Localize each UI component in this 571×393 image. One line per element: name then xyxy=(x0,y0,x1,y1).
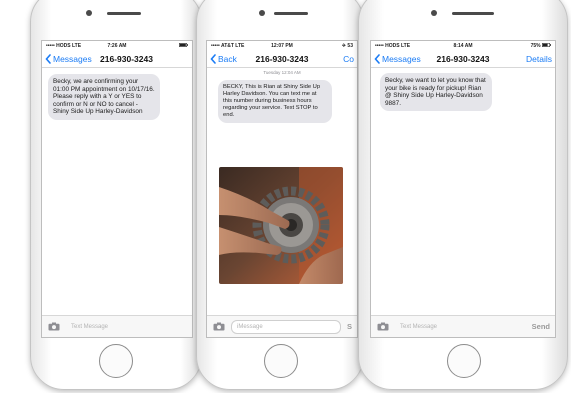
home-button[interactable] xyxy=(264,344,298,378)
back-button[interactable]: Messages xyxy=(45,54,92,64)
clock: 7:26 AM xyxy=(107,43,127,49)
phone-3: ••••• HODS LTE 8:14 AM 75% Messages 216-… xyxy=(358,0,568,390)
camera-button[interactable] xyxy=(212,322,225,332)
phone-1: ••••• HODS LTE 7:26 AM Messages 216-930-… xyxy=(30,0,202,390)
send-button[interactable]: S xyxy=(347,322,352,331)
incoming-message[interactable]: BECKY, This is Rian at Shiny Side Up Har… xyxy=(218,80,332,123)
clock: 8:14 AM xyxy=(453,43,473,49)
contact-button[interactable]: Co xyxy=(343,54,354,64)
camera-icon xyxy=(48,322,59,331)
home-button[interactable] xyxy=(99,344,133,378)
home-button[interactable] xyxy=(447,344,481,378)
carrier-label: ••••• HODS LTE xyxy=(46,43,82,49)
camera-button[interactable] xyxy=(376,322,389,332)
battery-label: 75% xyxy=(492,43,552,49)
chevron-left-icon xyxy=(210,54,216,64)
speaker-grille xyxy=(274,12,308,15)
screen: ••••• AT&T LTE 12:07 PM ✈ 53 Back 216-93… xyxy=(206,40,358,338)
chevron-left-icon xyxy=(45,54,51,64)
message-input[interactable]: Text Message xyxy=(395,321,526,333)
battery-label: ✈ 53 xyxy=(341,43,353,49)
carrier-label: ••••• HODS LTE xyxy=(375,43,411,49)
input-bar: iMessage S xyxy=(207,315,357,337)
details-button[interactable]: Details xyxy=(526,54,552,64)
camera-icon xyxy=(213,322,224,331)
message-input[interactable]: iMessage xyxy=(231,319,341,334)
back-label: Back xyxy=(218,54,237,64)
front-camera xyxy=(431,10,437,16)
status-bar: ••••• HODS LTE 7:26 AM xyxy=(42,41,192,51)
battery-icon xyxy=(178,43,188,47)
carrier-label: ••••• AT&T LTE xyxy=(211,43,245,49)
conversation-title: 216-930-3243 xyxy=(100,54,153,64)
gear-photo[interactable] xyxy=(219,167,343,284)
back-button[interactable]: Messages xyxy=(374,54,421,64)
camera-button[interactable] xyxy=(47,322,60,332)
status-bar: ••••• HODS LTE 8:14 AM 75% xyxy=(371,41,555,51)
input-bar: Text Message Send xyxy=(371,315,555,337)
input-bar: Text Message xyxy=(42,315,192,337)
chevron-left-icon xyxy=(374,54,380,64)
battery-percent: 75% xyxy=(530,43,541,49)
send-button[interactable]: Send xyxy=(532,322,550,331)
status-bar: ••••• AT&T LTE 12:07 PM ✈ 53 xyxy=(207,41,357,51)
speaker-grille xyxy=(107,12,141,15)
phone-2: ••••• AT&T LTE 12:07 PM ✈ 53 Back 216-93… xyxy=(196,0,364,390)
screen: ••••• HODS LTE 7:26 AM Messages 216-930-… xyxy=(41,40,193,338)
speaker-grille xyxy=(452,12,494,15)
message-input[interactable]: Text Message xyxy=(66,321,181,333)
message-timestamp: Tuesday 12:04 AM xyxy=(263,70,301,75)
incoming-message[interactable]: Becky, we are confirming your 01:00 PM a… xyxy=(48,74,160,120)
nav-bar: Messages 216-930-3243 xyxy=(42,51,192,68)
incoming-message[interactable]: Becky, we want to let you know that your… xyxy=(380,73,492,112)
back-button[interactable]: Back xyxy=(210,54,237,64)
front-camera xyxy=(86,10,92,16)
camera-icon xyxy=(377,322,388,331)
clock: 12:07 PM xyxy=(271,43,293,49)
battery-label xyxy=(141,43,188,49)
gear-photo-image xyxy=(219,167,343,284)
back-label: Messages xyxy=(382,54,421,64)
nav-bar: Back 216-930-3243 Co xyxy=(207,51,357,68)
front-camera xyxy=(259,10,265,16)
screen: ••••• HODS LTE 8:14 AM 75% Messages 216-… xyxy=(370,40,556,338)
battery-icon xyxy=(542,43,552,47)
nav-bar: Messages 216-930-3243 Details xyxy=(371,51,555,68)
back-label: Messages xyxy=(53,54,92,64)
